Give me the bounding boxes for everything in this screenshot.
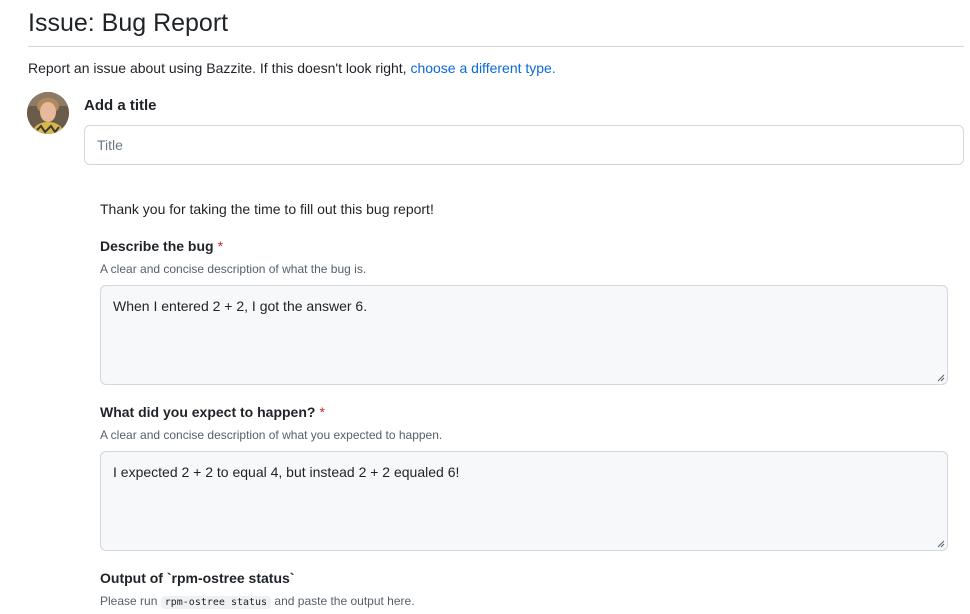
describe-bug-description: A clear and concise description of what … xyxy=(100,262,367,276)
required-marker: * xyxy=(217,238,224,254)
rpm-ostree-status-description: Please run rpm-ostree status and paste t… xyxy=(100,593,415,611)
describe-bug-textarea[interactable]: When I entered 2 + 2, I got the answer 6… xyxy=(100,285,948,385)
rpm-ostree-desc-prefix: Please run xyxy=(100,594,158,608)
required-marker: * xyxy=(319,404,325,420)
expected-behavior-label-text: What did you expect to happen? xyxy=(100,404,316,420)
describe-bug-value: When I entered 2 + 2, I got the answer 6… xyxy=(113,298,368,314)
expected-behavior-value: I expected 2 + 2 to equal 4, but instead… xyxy=(113,464,460,480)
rpm-ostree-status-label: Output of `rpm-ostree status` xyxy=(100,570,295,586)
title-divider xyxy=(28,46,964,47)
avatar-image xyxy=(27,92,69,134)
resize-handle-icon[interactable] xyxy=(937,374,945,382)
page-title: Issue: Bug Report xyxy=(28,9,229,37)
expected-behavior-label: What did you expect to happen? * xyxy=(100,403,325,421)
avatar xyxy=(27,92,69,134)
rpm-ostree-desc-suffix: and paste the output here. xyxy=(274,594,415,608)
intro-text: Report an issue about using Bazzite. If … xyxy=(28,59,556,77)
describe-bug-label-text: Describe the bug xyxy=(100,238,214,254)
resize-handle-icon[interactable] xyxy=(937,540,945,548)
rpm-ostree-command-code: rpm-ostree status xyxy=(160,596,272,609)
choose-different-type-link[interactable]: choose a different type. xyxy=(410,60,555,76)
describe-bug-label: Describe the bug * xyxy=(100,237,223,255)
intro-text-body: Report an issue about using Bazzite. If … xyxy=(28,60,407,76)
title-input[interactable] xyxy=(84,125,964,165)
expected-behavior-textarea[interactable]: I expected 2 + 2 to equal 4, but instead… xyxy=(100,451,948,551)
expected-behavior-description: A clear and concise description of what … xyxy=(100,428,443,442)
add-title-label: Add a title xyxy=(84,97,157,114)
thanks-message: Thank you for taking the time to fill ou… xyxy=(100,201,434,217)
